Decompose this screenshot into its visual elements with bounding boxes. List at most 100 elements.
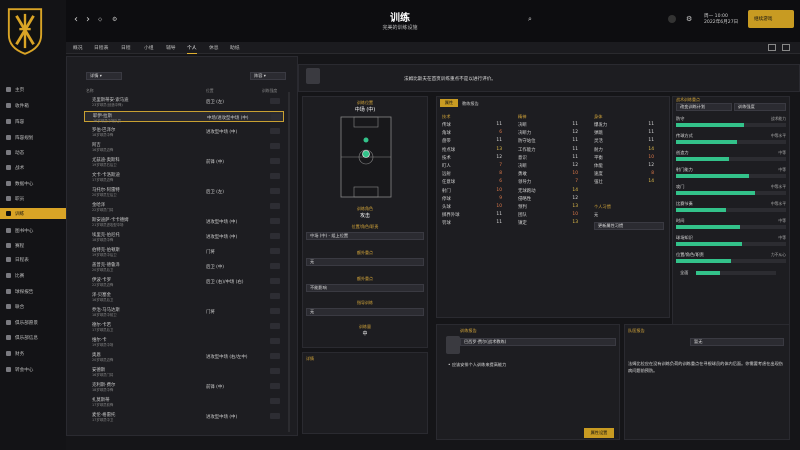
intensity-toggle[interactable] [270, 98, 280, 104]
intensity-toggle[interactable] [270, 248, 280, 254]
search-icon[interactable]: ⌕ [528, 15, 532, 24]
table-row[interactable]: 安德斯 16岁球员门将 [84, 366, 284, 377]
focus-level: 中等 [778, 218, 786, 223]
intensity-toggle[interactable] [270, 353, 280, 359]
table-row[interactable]: 尤兹迪·奥斯科 19岁球员右后卫 前锋 (中) [84, 156, 284, 167]
tab-attributes[interactable]: 属性 [440, 99, 458, 107]
nav-icon[interactable]: ⬦ [98, 16, 102, 24]
tab-6[interactable]: 休息 [209, 44, 219, 51]
table-row[interactable]: 泽·贝塞金 16岁球员后卫 [84, 291, 284, 302]
shield-icon[interactable] [668, 15, 676, 23]
continue-button[interactable]: 继续游戏 [748, 10, 794, 28]
role-dropdown[interactable]: 中场 (中) - 组上位置 [306, 232, 424, 240]
intensity-toggle[interactable] [270, 398, 280, 404]
intensity-toggle[interactable] [270, 323, 280, 329]
intensity-toggle[interactable] [270, 308, 280, 314]
back-arrow-icon[interactable]: ‹ [74, 14, 78, 25]
intensity-toggle[interactable] [270, 413, 280, 419]
sidebar-item-9[interactable]: 图书中心 [0, 225, 66, 236]
table-row[interactable]: 伊波·卡罗 22岁球员边锋 后卫 (右)/中场 (右) [84, 276, 284, 287]
tab-3[interactable]: 小组 [144, 44, 154, 51]
table-row[interactable]: 盖普克·德鲁泽 20岁球员后卫 后卫 (中) [84, 261, 284, 272]
table-row[interactable]: 麦伦·格雷托 17岁球员中卫 进攻型中场 (中) [84, 411, 284, 422]
tab-coach-report[interactable]: 教练报告 [462, 101, 479, 107]
intensity-toggle[interactable] [270, 368, 280, 374]
intensity-toggle[interactable] [270, 143, 280, 149]
view-dropdown[interactable]: 阵容 ▾ [250, 72, 286, 80]
filter-dropdown[interactable]: 详情 ▾ [86, 72, 122, 80]
table-row[interactable]: 伯特克·伯顿斯 19岁球员中后卫 门将 [84, 246, 284, 257]
intensity-dropdown[interactable]: 训练强度 [734, 103, 786, 111]
table-row[interactable]: 耶伊·拉斯 16岁球员中场队员 中场/进攻型中场 (中) [84, 111, 284, 123]
settings-icon[interactable]: ⚙ [112, 16, 117, 23]
table-row[interactable]: 马托尔·阿雷特 20岁球员左后卫 后卫 (左) [84, 186, 284, 197]
screen-icon[interactable] [768, 44, 776, 51]
sidebar-item-10[interactable]: 赛程 [0, 240, 66, 251]
gear-icon[interactable]: ⚙ [686, 15, 692, 23]
focus-plan-dropdown[interactable]: 改变训练计划 [676, 103, 732, 111]
table-row[interactable]: 奥恩 20岁球员边锋 进攻型中场 (右/左中) [84, 351, 284, 362]
sidebar-item-11[interactable]: 日程表 [0, 254, 66, 265]
table-row[interactable]: 扎莫斯蒂 17岁球员前锋 [84, 396, 284, 407]
table-row[interactable]: 维尔·卡 19岁球员中场 [84, 336, 284, 347]
mentoring-dropdown[interactable]: 无 [306, 308, 424, 316]
tab-1[interactable]: 日程表 [94, 44, 108, 51]
sidebar-item-0[interactable]: 主页 [0, 84, 66, 95]
intensity-toggle[interactable] [270, 278, 280, 284]
table-row[interactable]: 罗伯·巴泽尔 18岁球员中锋 进攻型中场 (中) [84, 126, 284, 137]
medical-dropdown[interactable]: 暂无 [690, 338, 784, 346]
sidebar-item-18[interactable]: 转会中心 [0, 364, 66, 375]
table-row[interactable]: 金哈泽 22岁球员门将 [84, 201, 284, 212]
focus-dropdown[interactable]: 无 [306, 258, 424, 266]
intensity-toggle[interactable] [271, 114, 281, 120]
tab-4[interactable]: 辅导 [166, 44, 176, 51]
sidebar-item-5[interactable]: 战术 [0, 162, 66, 173]
sidebar-item-14[interactable]: 联合 [0, 301, 66, 312]
table-row[interactable]: 斯安迪萨·卡卡德姆 21岁球员进攻型中场 进攻型中场 (中) [84, 216, 284, 227]
forward-arrow-icon[interactable]: › [86, 14, 90, 25]
table-row[interactable]: 克里斯蒂安·索马迪 23岁球员(创造中锋) 后卫 (左) [84, 96, 284, 107]
tab-7[interactable]: 助纸 [230, 44, 240, 51]
sidebar-item-16[interactable]: 俱乐部信息 [0, 332, 66, 343]
player-position: 前锋 (中) [206, 160, 224, 165]
intensity-toggle[interactable] [270, 128, 280, 134]
intensity-toggle[interactable] [270, 188, 280, 194]
table-row[interactable]: 克利斯·费尔 18岁球员中锋 前锋 (中) [84, 381, 284, 392]
sidebar-item-4[interactable]: 动态 [0, 147, 66, 158]
tab-0[interactable]: 概况 [73, 44, 83, 51]
intensity-toggle[interactable] [270, 218, 280, 224]
tab-2[interactable]: 日程 [121, 44, 131, 51]
intensity-toggle[interactable] [270, 263, 280, 269]
intensity-toggle[interactable] [270, 338, 280, 344]
sidebar-item-17[interactable]: 财务 [0, 348, 66, 359]
sidebar-item-1[interactable]: 收件箱 [0, 100, 66, 111]
sidebar-item-15[interactable]: 俱乐部愿景 [0, 317, 66, 328]
habits-dropdown[interactable]: 更新属性习惯 [594, 222, 664, 230]
table-row[interactable]: 乔治·马马达斯 18岁球员中前卫 门将 [84, 306, 284, 317]
sidebar-item-6[interactable]: 数据中心 [0, 178, 66, 189]
sidebar-item-8[interactable]: 训练 [0, 208, 66, 219]
intensity-toggle[interactable] [270, 293, 280, 299]
coach-dropdown[interactable]: 巴西罗·费尔(战术教练) [460, 338, 616, 346]
sidebar-icon [6, 335, 11, 340]
scrollbar[interactable] [288, 92, 290, 432]
sidebar-item-7[interactable]: 职员 [0, 193, 66, 204]
sidebar-item-12[interactable]: 比赛 [0, 270, 66, 281]
table-row[interactable]: 文卡·卡洛斯迪 17岁球员边锋 [84, 171, 284, 182]
intensity-toggle[interactable] [270, 383, 280, 389]
table-row[interactable]: 埃里克·伯尼托 18岁球员中锋 进攻型中场 (中) [84, 231, 284, 242]
sidebar-item-13[interactable]: 球探报告 [0, 286, 66, 297]
tab-5[interactable]: 个人 [187, 44, 197, 54]
intensity-toggle[interactable] [270, 233, 280, 239]
position-value: 中场 (中) [354, 107, 376, 113]
intensity-toggle[interactable] [270, 158, 280, 164]
sidebar-item-3[interactable]: 阵容规划 [0, 132, 66, 143]
table-row[interactable]: 阿吉 16岁球员边锋 [84, 141, 284, 152]
layout-icon[interactable] [782, 44, 790, 51]
trait-dropdown[interactable]: 不能影响 [306, 284, 424, 292]
intensity-toggle[interactable] [270, 203, 280, 209]
sidebar-item-2[interactable]: 阵容 [0, 116, 66, 127]
table-row[interactable]: 德尔·卡若 17岁球员后卫 [84, 321, 284, 332]
attribute-settings-button[interactable]: 属性设置 [584, 428, 614, 438]
intensity-toggle[interactable] [270, 173, 280, 179]
